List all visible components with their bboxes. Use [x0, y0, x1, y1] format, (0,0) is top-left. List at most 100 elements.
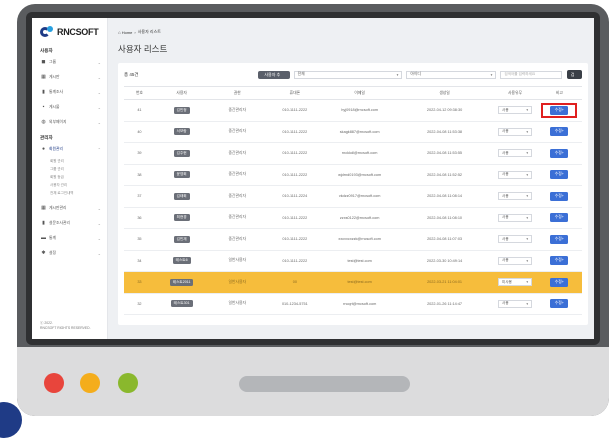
edit-button[interactable]: 수정+: [550, 105, 569, 115]
created-date-cell: 2022-01-26 11:14:47: [395, 293, 494, 315]
user-name-tag[interactable]: 최현경: [173, 214, 190, 222]
search-button[interactable]: 검색: [566, 70, 582, 86]
edit-button[interactable]: 수정+: [550, 213, 569, 223]
sidebar-subitem[interactable]: 회원 등급: [32, 173, 107, 181]
edit-button[interactable]: 수정+: [550, 170, 569, 180]
table-row[interactable]: 39 김주현 중간관리자 010-1111-2222 rnckkdl@rncsoft.c…: [124, 142, 582, 165]
status-cell: 사용 ▾: [493, 121, 537, 143]
user-name-tag[interactable]: 김민재: [173, 235, 190, 243]
edit-button[interactable]: 수정+: [550, 191, 569, 201]
sidebar-item[interactable]: ◍ 외부페이지 ⌄: [32, 117, 107, 127]
edit-button[interactable]: 수정+: [550, 277, 569, 287]
role-cell: 일반사용자: [208, 293, 267, 315]
status-select[interactable]: 사용 ▾: [498, 235, 533, 244]
chevron-down-icon: ▾: [490, 72, 493, 77]
edit-button[interactable]: 수정+: [550, 256, 569, 266]
status-select[interactable]: 사용 ▾: [498, 106, 533, 115]
user-cell: 김민정: [154, 99, 209, 122]
sidebar-item[interactable]: ▬ 통계 ⌄: [32, 233, 107, 243]
status-cell: 사용 ▾: [493, 228, 537, 251]
table-row[interactable]: 32 테스트301 일반사용자 010-1234-5751 rncqrt@rncsoft…: [124, 293, 582, 315]
user-cell: 최현경: [154, 207, 209, 229]
search-input[interactable]: 검색어를 입력하세요: [500, 70, 562, 79]
sidebar-item[interactable]: ◼ 그룹 ⌄: [32, 57, 107, 67]
search-type-value: 아이디: [410, 72, 421, 76]
sidebar-item[interactable]: ▪ 게시물 ⌄: [32, 102, 107, 112]
sidebar-section-title: 사용자: [40, 48, 53, 53]
edit-button[interactable]: 수정+: [550, 127, 569, 137]
user-name-tag[interactable]: 윤영희: [173, 171, 190, 179]
sidebar-item[interactable]: ▮ 설문조사관리 ⌄: [32, 218, 107, 228]
status-select[interactable]: 사용 ▾: [498, 213, 533, 222]
table-row[interactable]: 37 김태희 중간관리자 010-1111-2224 vkdzz0917@rncsoft…: [124, 185, 582, 208]
sidebar-subitem[interactable]: 전체 로그인내역: [32, 189, 107, 197]
table-row[interactable]: 35 김민재 중간관리자 010-1111-2222 xxcvxcxzzk@rncsof…: [124, 228, 582, 251]
status-select[interactable]: 사용 ▾: [498, 127, 533, 136]
note-cell: 수정+: [536, 99, 582, 122]
status-select[interactable]: 사용 ▾: [498, 149, 533, 158]
table-row[interactable]: 33 테스트2011 일반사용자 00 test@test.com 2022-03-21 …: [124, 271, 582, 294]
add-user-button[interactable]: 사용자 추가: [258, 70, 290, 85]
logo[interactable]: RNCSOFT: [32, 24, 107, 40]
edit-button[interactable]: 수정+: [550, 234, 569, 244]
row-number: 35: [124, 228, 155, 251]
bar-chart-icon: ▬: [41, 234, 46, 241]
sidebar-nav: 사용자 ◼ 그룹 ⌄ ▦ 게시판 ⌄ ▮ 통계조사 ⌄ ▪ 게시물 ⌄ ◍ 외부페이지 ⌄ 관리자 ● 회원관리 ⌃ 회…: [32, 48, 107, 258]
table-row[interactable]: 36 최현경 중간관리자 010-1111-2222 zzxs0122@rncsoft.…: [124, 207, 582, 229]
status-cell: 사용 ▾: [493, 293, 537, 315]
sidebar-item[interactable]: ▦ 게시판 ⌄: [32, 72, 107, 82]
table-row[interactable]: 38 윤영희 중간관리자 010-1111-2222 wjdrnd0193@rncsof…: [124, 164, 582, 186]
user-name-tag[interactable]: 김민정: [173, 106, 190, 114]
row-number: 39: [124, 142, 155, 165]
edit-wrapper: 수정+: [548, 297, 570, 310]
table-row[interactable]: 34 테스트6 일반사용자 010-1111-2222 test@test.com 202…: [124, 250, 582, 272]
breadcrumb-home[interactable]: Home: [122, 30, 133, 35]
edit-wrapper: 수정+: [548, 254, 570, 267]
chevron-down-icon: ⌄: [97, 89, 101, 95]
sidebar-item[interactable]: ▦ 게시판관리 ⌄: [32, 203, 107, 213]
status-select-value: 사용: [502, 150, 509, 155]
row-number: 41: [124, 99, 155, 122]
created-date-cell: 2022-03-30 10:49:14: [395, 250, 494, 272]
user-cell: 테스트2011: [154, 271, 209, 294]
home-icon[interactable]: ⌂: [118, 30, 121, 35]
user-name-tag[interactable]: 김주현: [173, 149, 190, 157]
table-row[interactable]: 40 서보람 중간관리자 010-1111-2222 skagk887@rncsoft.…: [124, 121, 582, 143]
column-header: 이메일: [323, 86, 396, 100]
sidebar-item[interactable]: ▮ 통계조사 ⌄: [32, 87, 107, 97]
status-select[interactable]: 사용 ▾: [498, 256, 533, 265]
sidebar-subitem[interactable]: 그룹 관리: [32, 165, 107, 173]
sidebar-subitem[interactable]: 사용자 관리: [32, 181, 107, 189]
user-name-tag[interactable]: 테스트6: [172, 257, 191, 265]
edit-button[interactable]: 수정+: [550, 148, 569, 158]
phone-cell: 010-1111-2222: [266, 142, 324, 165]
user-name-tag[interactable]: 테스트2011: [169, 278, 194, 286]
row-number: 32: [124, 293, 155, 315]
laptop-chin: [17, 347, 609, 416]
gear-icon: ✱: [41, 249, 46, 256]
edit-wrapper: 수정+: [548, 211, 570, 224]
grid-icon: ▦: [41, 204, 46, 211]
search-type-select[interactable]: 아이디 ▾: [406, 70, 497, 79]
filter-select[interactable]: 전체 ▾: [293, 70, 403, 79]
edit-wrapper: 수정+: [548, 276, 570, 289]
user-name-tag[interactable]: 테스트301: [170, 300, 193, 308]
status-select[interactable]: 사용 ▾: [498, 299, 533, 308]
chevron-down-icon: ⌄: [97, 205, 101, 211]
status-select-value: 사용: [502, 215, 509, 220]
user-cell: 윤영희: [154, 164, 209, 186]
status-select[interactable]: 미사용 ▾: [498, 278, 533, 287]
sidebar-item[interactable]: ● 회원관리 ⌃: [32, 144, 107, 154]
edit-button[interactable]: 수정+: [550, 299, 569, 309]
chevron-down-icon: ▾: [526, 151, 529, 156]
user-name-tag[interactable]: 서보람: [173, 128, 190, 136]
edit-wrapper: 수정+: [548, 233, 570, 246]
user-cell: 테스트301: [154, 293, 209, 315]
user-name-tag[interactable]: 김태희: [173, 192, 190, 200]
sidebar-subitem[interactable]: 회원 관리: [32, 157, 107, 165]
table-row[interactable]: 41 김민정 중간관리자 010-1111-2222 hyj0918@rncsoft.c…: [124, 99, 582, 122]
column-header: 생성일: [395, 86, 494, 100]
sidebar-item[interactable]: ✱ 설정 ⌄: [32, 248, 107, 258]
status-select[interactable]: 사용 ▾: [498, 170, 533, 179]
status-select[interactable]: 사용 ▾: [498, 192, 533, 201]
